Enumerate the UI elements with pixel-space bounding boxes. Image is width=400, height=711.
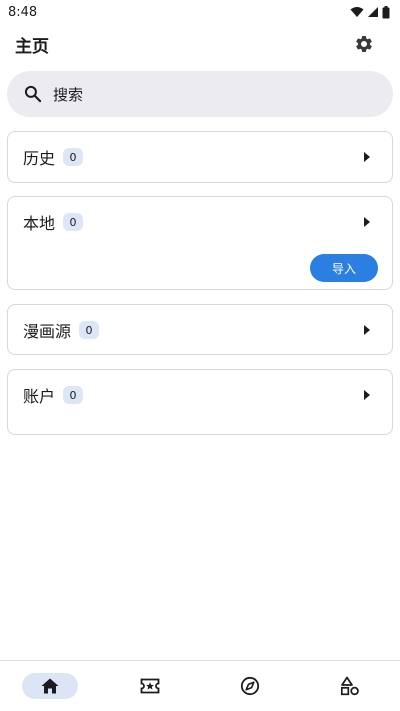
status-time: 8:48	[8, 4, 38, 20]
account-card[interactable]: 账户 0	[7, 369, 393, 435]
ticket-star-icon	[140, 678, 160, 694]
local-card[interactable]: 本地 0 导入	[7, 196, 393, 290]
home-icon	[41, 678, 59, 694]
status-bar: 8:48	[0, 0, 400, 24]
bottom-navigation	[0, 660, 400, 711]
comic-source-title: 漫画源	[23, 322, 72, 341]
comic-source-count-badge: 0	[79, 321, 100, 339]
search-bar[interactable]: 搜索	[7, 71, 393, 117]
battery-icon	[382, 5, 390, 18]
chevron-right-icon	[364, 390, 370, 400]
comic-source-card[interactable]: 漫画源 0	[7, 304, 393, 355]
local-count-badge: 0	[63, 213, 84, 231]
history-arrow-button[interactable]	[362, 151, 372, 163]
chevron-right-icon	[364, 217, 370, 227]
nav-favorites[interactable]	[122, 673, 178, 699]
chevron-right-icon	[364, 152, 370, 162]
search-placeholder: 搜索	[53, 85, 84, 104]
account-count-badge: 0	[63, 386, 84, 404]
gear-icon	[356, 35, 372, 52]
history-count-badge: 0	[63, 148, 84, 166]
history-card[interactable]: 历史 0	[7, 131, 393, 183]
account-arrow-button[interactable]	[362, 389, 372, 401]
history-title: 历史	[23, 149, 56, 168]
comic-source-arrow-button[interactable]	[362, 324, 372, 336]
page-title: 主页	[15, 36, 49, 57]
local-arrow-button[interactable]	[362, 216, 372, 228]
cell-signal-icon	[368, 7, 378, 17]
search-icon	[24, 85, 42, 103]
wifi-icon	[350, 7, 364, 17]
status-icons	[350, 5, 390, 19]
account-title: 账户	[23, 387, 56, 406]
import-button[interactable]: 导入	[310, 254, 378, 282]
app-bar: 主页	[0, 24, 400, 64]
chevron-right-icon	[364, 325, 370, 335]
settings-button[interactable]	[352, 32, 376, 56]
nav-home[interactable]	[22, 673, 78, 699]
compass-icon	[240, 676, 260, 696]
local-title: 本地	[23, 214, 56, 233]
nav-categories[interactable]	[322, 673, 378, 699]
nav-explore[interactable]	[222, 673, 278, 699]
shapes-icon	[340, 676, 359, 696]
